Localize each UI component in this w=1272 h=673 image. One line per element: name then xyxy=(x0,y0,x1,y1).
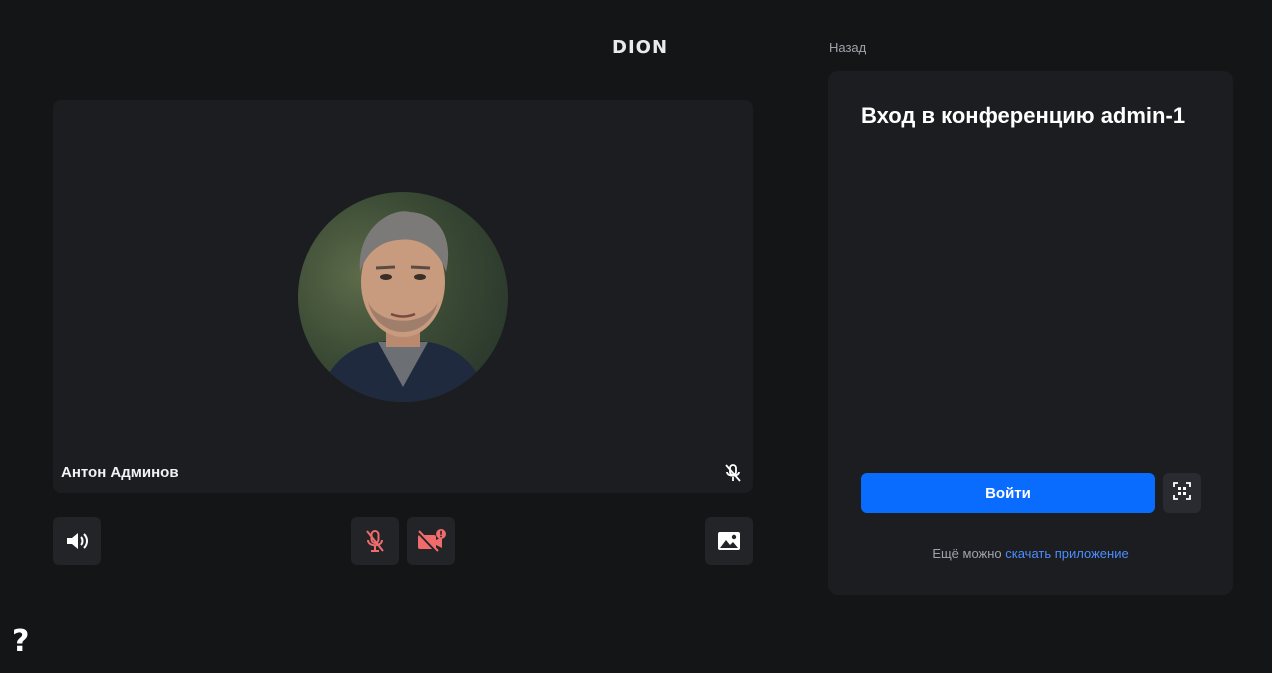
help-icon[interactable]: ? xyxy=(12,624,29,659)
download-app-link[interactable]: скачать приложение xyxy=(1005,546,1128,561)
join-panel: Вход в конференцию admin-1 Войти Ещё мож… xyxy=(828,71,1233,595)
download-prefix: Ещё можно xyxy=(932,546,1006,561)
qr-scan-icon xyxy=(1172,481,1192,506)
qr-scan-button[interactable] xyxy=(1163,473,1201,513)
video-preview-tile: Антон Админов xyxy=(53,100,753,493)
join-button[interactable]: Войти xyxy=(861,473,1155,513)
download-hint: Ещё можно скачать приложение xyxy=(828,546,1233,561)
conference-join-page: DION Назад Антон Админов Вход в конферен… xyxy=(0,0,1272,673)
camera-toggle-button[interactable] xyxy=(407,517,455,565)
image-icon xyxy=(715,527,743,555)
participant-avatar xyxy=(298,192,508,402)
mic-toggle-button[interactable] xyxy=(351,517,399,565)
background-button[interactable] xyxy=(705,517,753,565)
camera-off-warning-icon xyxy=(415,527,447,555)
conference-title: Вход в конференцию admin-1 xyxy=(861,103,1186,128)
speaker-button[interactable] xyxy=(53,517,101,565)
back-link[interactable]: Назад xyxy=(829,40,866,55)
speaker-icon xyxy=(63,527,91,555)
dion-logo: DION xyxy=(612,37,669,58)
mic-off-icon xyxy=(361,527,389,555)
mic-off-icon xyxy=(722,462,744,484)
participant-name: Антон Админов xyxy=(61,464,179,481)
